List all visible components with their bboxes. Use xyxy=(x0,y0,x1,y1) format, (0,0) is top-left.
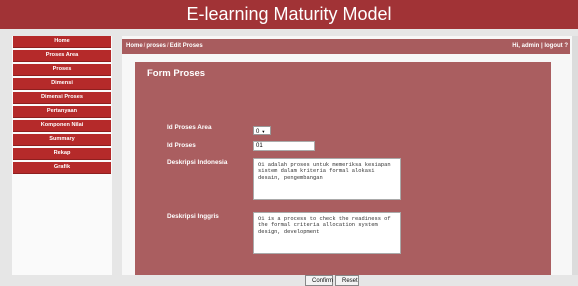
form-panel: Form Proses Id Proses Area 0 ▼ Id Proses … xyxy=(135,62,551,286)
breadcrumb-proses[interactable]: proses xyxy=(146,43,166,49)
breadcrumb-edit-proses: Edit Proses xyxy=(169,43,203,49)
sidebar-item-proses[interactable]: Proses xyxy=(13,64,111,76)
id-proses-input[interactable]: 01 xyxy=(253,141,315,151)
main-content: Home/proses/Edit Proses Hi, admin | logo… xyxy=(122,36,578,286)
breadcrumb: Home/proses/Edit Proses xyxy=(126,39,203,54)
sidebar-item-summary[interactable]: Summary xyxy=(13,134,111,146)
reset-button[interactable]: Reset xyxy=(335,275,359,286)
sidebar-item-proses-area[interactable]: Proses Area xyxy=(13,50,111,62)
scrollbar[interactable] xyxy=(572,36,578,275)
confirm-button[interactable]: Confirm xyxy=(305,275,333,286)
deskripsi-indonesia-textarea[interactable]: O1 adalah proses untuk memeriksa kesiapa… xyxy=(253,158,401,200)
id-proses-area-value: 0 xyxy=(256,129,260,135)
breadcrumb-separator: / xyxy=(167,43,169,49)
breadcrumb-bar: Home/proses/Edit Proses Hi, admin | logo… xyxy=(122,39,570,54)
sidebar: Home Proses Area Proses Dimensi Dimensi … xyxy=(12,36,112,275)
app-title: E-learning Maturity Model xyxy=(186,4,392,24)
deskripsi-inggris-label: Deskripsi Inggris xyxy=(167,213,219,220)
id-proses-area-label: Id Proses Area xyxy=(167,124,212,131)
user-menu: Hi, admin | logout ? xyxy=(512,43,568,49)
sidebar-item-home[interactable]: Home xyxy=(13,36,111,48)
sidebar-item-rekap[interactable]: Rekap xyxy=(13,148,111,160)
app-header: E-learning Maturity Model xyxy=(0,0,578,29)
sidebar-item-komponen-nilai[interactable]: Komponen Nilai xyxy=(13,120,111,132)
sidebar-item-grafik[interactable]: Grafik xyxy=(13,162,111,174)
user-name: admin xyxy=(521,43,540,49)
id-proses-label: Id Proses xyxy=(167,142,196,149)
deskripsi-indonesia-label: Deskripsi Indonesia xyxy=(167,159,228,166)
breadcrumb-home[interactable]: Home xyxy=(126,43,143,49)
form-title: Form Proses xyxy=(147,68,206,79)
sidebar-item-dimensi-proses[interactable]: Dimensi Proses xyxy=(13,92,111,104)
chevron-down-icon: ▼ xyxy=(261,129,266,134)
deskripsi-inggris-textarea[interactable]: O1 is a process to check the readiness o… xyxy=(253,212,401,254)
sidebar-item-dimensi[interactable]: Dimensi xyxy=(13,78,111,90)
logout-link[interactable]: logout ? xyxy=(544,43,568,49)
id-proses-area-select[interactable]: 0 ▼ xyxy=(253,126,271,135)
sidebar-item-pertanyaan[interactable]: Pertanyaan xyxy=(13,106,111,118)
user-greeting: Hi, xyxy=(512,43,520,49)
